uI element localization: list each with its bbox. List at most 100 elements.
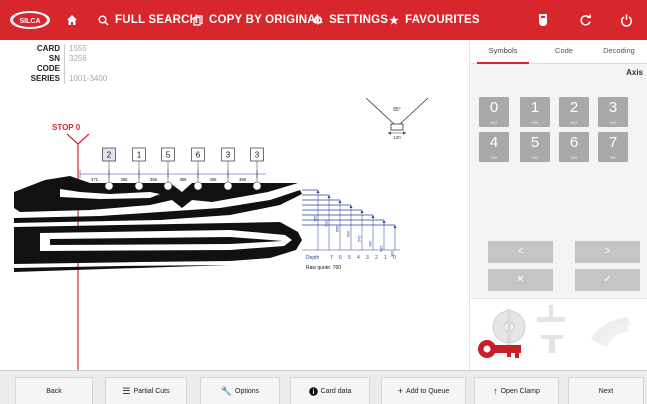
full-search-button[interactable]: FULL SEARCH (98, 0, 198, 40)
depth-number: 4 (357, 255, 360, 261)
depth-value: 710 (325, 221, 329, 227)
spacing-label: 371 (91, 177, 99, 182)
power-button[interactable] (611, 0, 641, 40)
tab-decoding[interactable]: Decoding (593, 40, 645, 64)
depth-arrow-head (382, 220, 386, 223)
digit-7-button[interactable]: 7 360 (598, 132, 628, 162)
cut-value: 6 (196, 151, 201, 160)
depth-number: 0 (393, 255, 396, 261)
settings-label: SETTINGS (329, 14, 389, 26)
plus-icon: + (397, 386, 404, 396)
depth-label: Depth (306, 255, 320, 261)
home-icon (67, 15, 77, 25)
digit-4-button[interactable]: 4 498 (479, 132, 509, 162)
cut-circle (134, 181, 144, 191)
cut-value: 5 (166, 151, 171, 160)
copy-icon (193, 14, 203, 26)
top-bar: SILCA FULL SEARCH COPY BY ORIGINAL ⚙ SET… (0, 0, 647, 40)
depth-arrow-head (338, 200, 342, 203)
depth-arrow-head (327, 195, 331, 198)
depth-dimensions: Depth Raw quote: 700 765 710 655 600 545 490 4… (302, 189, 400, 271)
red-key-icon (478, 340, 521, 358)
copy-by-original-label: COPY BY ORIGINAL (209, 14, 323, 26)
spacing-label: 356 (210, 177, 218, 182)
favourites-label: FAVOURITES (405, 14, 480, 26)
cut-value: 3 (255, 151, 260, 160)
depth-number: 7 (330, 255, 333, 261)
depth-arrow-head (316, 190, 320, 193)
spacing-label: 356 (180, 177, 188, 182)
gear-icon: ⚙ (313, 14, 324, 27)
key-blade-bottom (14, 222, 302, 272)
cancel-button[interactable]: ✕ (488, 269, 553, 291)
spacing-label: 356 (150, 177, 158, 182)
depth-arrow-head (371, 215, 375, 218)
spacing-label: 356 (239, 177, 247, 182)
settings-button[interactable]: ⚙ SETTINGS (313, 0, 388, 40)
cut-circle (252, 181, 262, 191)
axis-label: Axis (626, 68, 643, 77)
depth-value: 490 (369, 241, 373, 247)
depth-value: 600 (347, 231, 351, 237)
key-fob-icon (539, 14, 547, 26)
options-button[interactable]: 🔧 Options (200, 377, 280, 404)
code-panel: Symbols Code Decoding Axis 0 680 1 635 2 58… (471, 40, 647, 298)
list-icon: ☰ (122, 385, 131, 396)
depth-arrow-head (393, 225, 397, 228)
depth-value: 655 (336, 226, 340, 232)
key-drawing-area: CARD 1555 SN 3256 CODE SERIES 1001-3400 STO… (0, 40, 470, 370)
home-button[interactable] (66, 0, 78, 40)
full-search-label: FULL SEARCH (115, 14, 199, 26)
depth-arrow-head (349, 205, 353, 208)
card-data-button[interactable]: Card data (290, 377, 370, 404)
digit-6-button[interactable]: 6 406 (559, 132, 589, 162)
cutter-illustration (478, 305, 631, 358)
depth-number: 2 (375, 255, 378, 261)
machine-illustration (471, 298, 647, 370)
digit-1-button[interactable]: 1 635 (520, 97, 550, 127)
arrow-up-icon: ↑ (493, 386, 498, 396)
search-icon (98, 15, 109, 26)
add-to-queue-button[interactable]: + Add to Queue (381, 377, 466, 404)
refresh-icon (579, 13, 591, 26)
code-tabs: Symbols Code Decoding (471, 40, 647, 64)
depth-number: 6 (339, 255, 342, 261)
digit-2-button[interactable]: 2 589 (559, 97, 589, 127)
key-drawing: 85° 130 371 356 356 356 356 3562 1 5 6 3… (14, 97, 429, 370)
cut-circle (223, 181, 233, 191)
partial-cuts-button[interactable]: ☰ Partial Cuts (105, 377, 187, 404)
info-icon (308, 386, 318, 396)
raw-quote: Raw quote: 700 (306, 265, 341, 271)
next-cut-button[interactable]: > (575, 241, 640, 263)
back-button[interactable]: Back (15, 377, 93, 404)
wrench-icon: 🔧 (220, 385, 233, 396)
star-icon: ★ (389, 14, 400, 27)
confirm-button[interactable]: ✓ (575, 269, 640, 291)
open-clamp-button[interactable]: ↑ Open Clamp (474, 377, 559, 404)
favourites-button[interactable]: ★ FAVOURITES (389, 0, 480, 40)
angle-width-label: 130 (393, 135, 401, 140)
tab-symbols[interactable]: Symbols (477, 40, 529, 64)
digit-3-button[interactable]: 3 543 (598, 97, 628, 127)
digit-0-button[interactable]: 0 680 (479, 97, 509, 127)
spacing-label: 356 (121, 177, 129, 182)
tab-code[interactable]: Code (539, 40, 589, 64)
depth-number: 5 (348, 255, 351, 261)
svg-text:SILCA: SILCA (20, 18, 41, 25)
depth-number: 3 (366, 255, 369, 261)
prev-cut-button[interactable]: < (488, 241, 553, 263)
key-fob-button[interactable] (528, 0, 558, 40)
depth-value: 545 (358, 236, 362, 242)
cut-circle (104, 181, 114, 191)
depth-value: 765 (314, 216, 318, 222)
silca-logo[interactable]: SILCA (8, 9, 52, 31)
refresh-button[interactable] (570, 0, 600, 40)
angle-gauge: 85° 130 (365, 97, 429, 140)
depth-value: 435 (380, 246, 384, 252)
digit-5-button[interactable]: 5 452 (520, 132, 550, 162)
depth-arrow-head (360, 210, 364, 213)
bottom-toolbar: Back ☰ Partial Cuts 🔧 Options Card data … (0, 370, 647, 404)
next-button[interactable]: Next (568, 377, 644, 404)
copy-by-original-button[interactable]: COPY BY ORIGINAL (193, 0, 323, 40)
cut-value: 2 (107, 151, 112, 160)
